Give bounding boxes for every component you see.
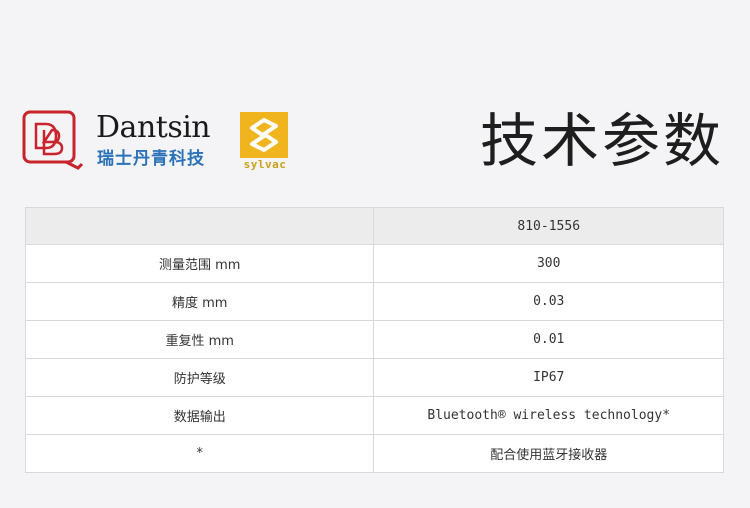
dantsin-logo-icon (22, 110, 84, 170)
brand-name-cn: 瑞士丹青科技 (97, 149, 205, 169)
table-row: * 配合使用蓝牙接收器 (24, 434, 724, 473)
row-value: 配合使用蓝牙接收器 (373, 434, 724, 473)
row-label: * (24, 434, 375, 473)
header: Dantsin 瑞士丹青科技 sylvac 技术参数 (0, 0, 750, 200)
row-label: 防护等级 (24, 358, 375, 397)
table-row: 测量范围 mm 300 (24, 244, 724, 283)
row-label: 重复性 mm (24, 320, 375, 359)
table-row: 重复性 mm 0.01 (24, 320, 724, 359)
spec-table: 810-1556 测量范围 mm 300 精度 mm 0.03 重复性 mm 0… (24, 207, 724, 473)
partner-name: sylvac (243, 158, 287, 171)
table-header-row: 810-1556 (24, 207, 724, 245)
table-row: 精度 mm 0.03 (24, 282, 724, 321)
table-header-model: 810-1556 (373, 207, 724, 245)
brand-name: Dantsin (96, 110, 211, 145)
page: Dantsin 瑞士丹青科技 sylvac 技术参数 810-1556 测量范围… (0, 0, 750, 508)
table-row: 防护等级 IP67 (24, 358, 724, 397)
row-label: 精度 mm (24, 282, 375, 321)
row-label: 测量范围 mm (24, 244, 375, 283)
row-value: IP67 (373, 358, 724, 397)
row-value: Bluetooth® wireless technology* (373, 396, 724, 435)
row-value: 0.03 (373, 282, 724, 321)
row-value: 300 (373, 244, 724, 283)
table-header-label (24, 207, 375, 245)
sylvac-logo-icon (240, 112, 288, 158)
page-title: 技术参数 (479, 107, 724, 175)
row-label: 数据输出 (24, 396, 375, 435)
table-row: 数据输出 Bluetooth® wireless technology* (24, 396, 724, 435)
row-value: 0.01 (373, 320, 724, 359)
